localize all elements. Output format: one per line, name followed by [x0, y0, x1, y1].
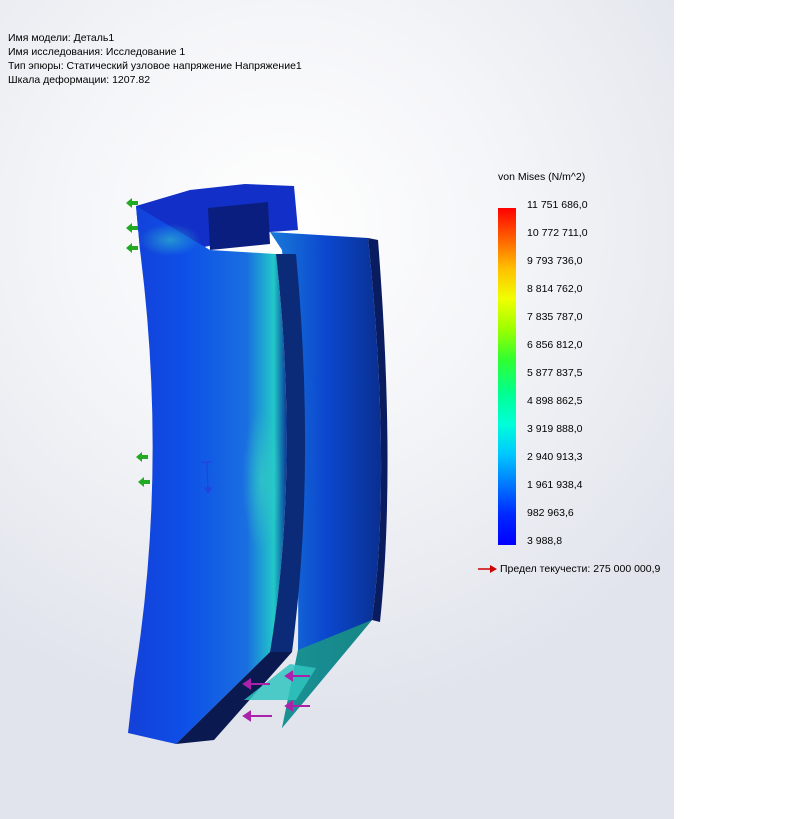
legend-tick-label: 3 919 888,0: [527, 423, 583, 435]
green-fixture-arrow-icon: [126, 243, 138, 253]
green-fixture-arrow-icon: [138, 477, 150, 487]
top-recess: [208, 202, 270, 250]
legend-tick-label: 2 940 913,3: [527, 451, 583, 463]
legend-tick-label: 8 814 762,0: [527, 283, 583, 295]
legend-tick-label: 3 988,8: [527, 535, 563, 547]
stress-hotspot-mid: [242, 410, 282, 550]
legend-tick-label: 10 772 711,0: [527, 227, 588, 239]
color-scale-bar: [498, 208, 516, 545]
right-pane: [674, 0, 801, 819]
stress-hotspot-top: [140, 224, 200, 256]
legend-title: von Mises (N/m^2): [498, 171, 586, 183]
magenta-force-arrow-icon: [242, 710, 272, 722]
yield-strength-text: Предел текучести: 275 000 000,9: [500, 563, 661, 575]
legend-tick-label: 4 898 862,5: [527, 395, 583, 407]
yield-strength-row: Предел текучести: 275 000 000,9: [478, 563, 660, 575]
legend-tick-label: 11 751 686,0: [527, 199, 588, 211]
legend-tick-label: 7 835 787,0: [527, 311, 583, 323]
legend-tick-label: 9 793 736,0: [527, 255, 583, 267]
legend-tick-label: 5 877 837,5: [527, 367, 583, 379]
red-arrow-icon: [478, 565, 497, 573]
legend-tick-label: 6 856 812,0: [527, 339, 583, 351]
legend-tick-label: 982 963,6: [527, 507, 574, 519]
legend-tick-label: 1 961 938,4: [527, 479, 583, 491]
green-fixture-arrow-icon: [136, 452, 148, 462]
stress-model-part[interactable]: [0, 0, 674, 819]
green-fixture-arrow-icon: [126, 223, 138, 233]
